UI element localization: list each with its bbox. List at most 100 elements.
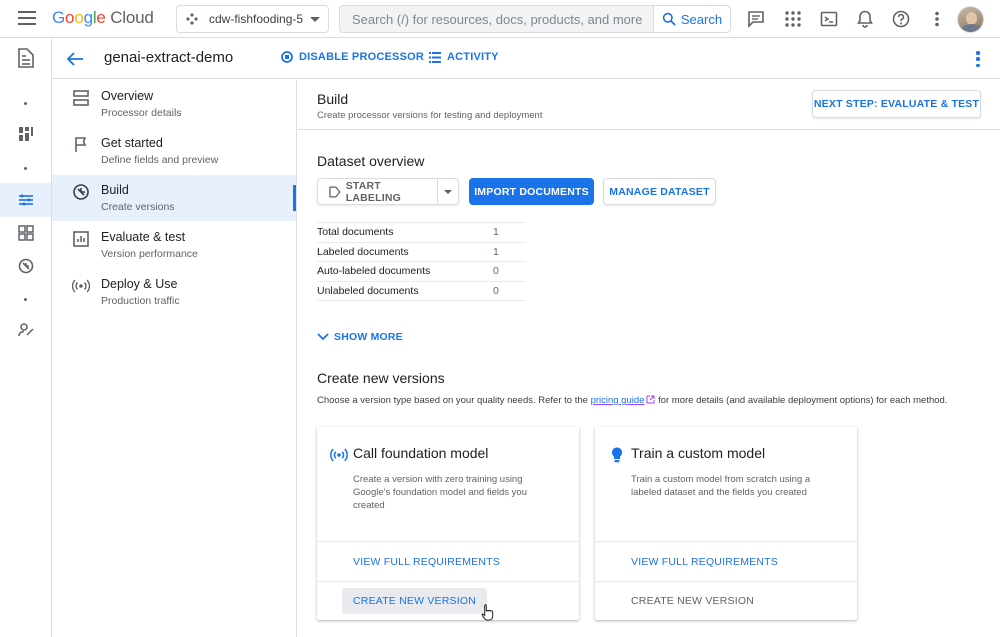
gallery-icon[interactable] (16, 223, 36, 243)
manage-dataset-button[interactable]: MANAGE DATASET (603, 178, 716, 205)
dashboard-icon[interactable] (16, 124, 36, 144)
show-more-label: SHOW MORE (334, 331, 403, 343)
nav-item-label: Deploy & Use (101, 277, 178, 291)
human-review-icon[interactable] (16, 320, 36, 340)
nav-item-deploy[interactable]: Deploy & Use Production traffic (52, 269, 296, 315)
project-name: cdw-fishfooding-5 (209, 12, 304, 26)
search-input[interactable]: Search (/) for resources, docs, products… (340, 12, 653, 27)
show-more-button[interactable]: SHOW MORE (317, 331, 403, 343)
rail-separator-dot (24, 102, 27, 105)
divider (317, 581, 579, 582)
create-versions-title: Create new versions (317, 370, 445, 386)
nav-item-overview[interactable]: Overview Processor details (52, 81, 296, 127)
search-icon (662, 12, 676, 26)
more-vert-icon[interactable] (927, 9, 947, 29)
import-documents-button[interactable]: IMPORT DOCUMENTS (469, 178, 594, 205)
stat-label: Labeled documents (317, 245, 409, 258)
view-requirements-link[interactable]: VIEW FULL REQUIREMENTS (353, 556, 500, 568)
avatar[interactable] (957, 6, 984, 33)
label-icon (329, 185, 341, 198)
search-bar: Search (/) for resources, docs, products… (339, 5, 731, 33)
nav-item-label: Overview (101, 89, 154, 103)
divider (317, 541, 579, 542)
card-title: Train a custom model (631, 445, 766, 461)
pricing-guide-link[interactable]: pricing guide (591, 395, 656, 406)
processor-nav: Overview Processor details Get started D… (52, 80, 297, 637)
notifications-icon[interactable] (855, 9, 875, 29)
dataset-stats-table: Total documents 1 Labeled documents 1 Auto… (317, 222, 526, 301)
pricing-guide-label: pricing guide (590, 395, 645, 406)
disable-processor-button[interactable]: DISABLE PROCESSOR (281, 51, 424, 63)
broadcast-icon (330, 448, 348, 462)
feedback-icon[interactable] (746, 9, 766, 29)
create-new-version-button[interactable]: CREATE NEW VERSION (620, 588, 765, 614)
more-options-icon[interactable] (976, 51, 980, 67)
next-step-button[interactable]: NEXT STEP: EVALUATE & TEST (812, 90, 981, 118)
table-row: Total documents 1 (317, 223, 526, 243)
versions-description: Choose a version type based on your qual… (317, 395, 947, 406)
chevron-down-icon (317, 333, 329, 341)
stat-label: Unlabeled documents (317, 284, 419, 297)
start-labeling-dropdown[interactable] (438, 189, 458, 194)
build-header: Build Create processor versions for test… (298, 80, 1000, 130)
apps-icon[interactable] (783, 9, 803, 29)
stop-circle-icon (281, 51, 293, 63)
nav-item-sublabel: Version performance (101, 248, 198, 260)
rail-separator-dot (24, 167, 27, 170)
start-labeling-button[interactable]: START LABELING (318, 179, 438, 204)
search-button[interactable]: Search (653, 6, 730, 32)
stat-value: 1 (493, 245, 499, 258)
build-icon (73, 184, 89, 200)
start-labeling-label: START LABELING (345, 179, 401, 204)
hamburger-icon[interactable] (18, 11, 36, 25)
search-button-label: Search (680, 11, 723, 27)
foundation-model-card: Call foundation model Create a version w… (317, 427, 579, 621)
stat-value: 0 (493, 265, 499, 278)
processors-icon[interactable] (16, 190, 36, 210)
processor-header: genai-extract-demo DISABLE PROCESSOR ACT… (52, 39, 1000, 79)
project-selector[interactable]: cdw-fishfooding-5 (176, 5, 329, 33)
card-description: Create a version with zero training usin… (353, 474, 527, 511)
overview-icon (73, 90, 89, 106)
create-new-version-button[interactable]: CREATE NEW VERSION (342, 588, 488, 614)
activity-button[interactable]: ACTIVITY (429, 51, 499, 63)
activity-label: ACTIVITY (447, 51, 499, 63)
table-row: Labeled documents 1 (317, 243, 526, 262)
card-title: Call foundation model (353, 445, 489, 461)
google-cloud-logo[interactable]: Google Cloud (52, 8, 154, 28)
list-icon (429, 51, 441, 63)
section-heading: Build (317, 91, 349, 107)
nav-item-evaluate[interactable]: Evaluate & test Version performance (52, 222, 296, 268)
stat-value: 1 (493, 226, 499, 239)
workbench-icon[interactable] (16, 256, 36, 276)
stat-label: Auto-labeled documents (317, 265, 431, 278)
divider (595, 541, 857, 542)
cloud-shell-icon[interactable] (819, 9, 839, 29)
broadcast-icon (72, 279, 90, 293)
description-text: Choose a version type based on your qual… (317, 395, 591, 406)
flag-icon (75, 137, 87, 152)
nav-item-sublabel: Create versions (101, 201, 175, 213)
stat-label: Total documents (317, 226, 394, 239)
custom-model-card: Train a custom model Train a custom mode… (595, 427, 857, 620)
top-bar: Google Cloud cdw-fishfooding-5 Search (/… (0, 0, 1000, 38)
nav-item-get-started[interactable]: Get started Define fields and preview (52, 128, 296, 174)
main-content: Build Create processor versions for test… (298, 80, 1000, 637)
view-requirements-link[interactable]: VIEW FULL REQUIREMENTS (631, 556, 778, 568)
document-ai-icon[interactable] (15, 47, 37, 69)
divider (595, 581, 857, 582)
back-arrow-icon[interactable] (66, 51, 84, 67)
chevron-down-icon (310, 16, 320, 22)
section-subheading: Create processor versions for testing an… (317, 110, 543, 121)
chart-icon (73, 231, 89, 247)
project-icon (186, 13, 198, 25)
help-icon[interactable] (891, 9, 911, 29)
table-row: Auto-labeled documents 0 (317, 262, 526, 282)
page-title: genai-extract-demo (104, 49, 234, 66)
nav-item-build[interactable]: Build Create versions (52, 175, 296, 221)
rail-separator-dot (24, 298, 27, 301)
nav-item-label: Get started (101, 136, 163, 150)
nav-item-sublabel: Processor details (101, 107, 182, 119)
table-row: Unlabeled documents 0 (317, 282, 526, 301)
hand-cursor-icon (481, 604, 494, 621)
